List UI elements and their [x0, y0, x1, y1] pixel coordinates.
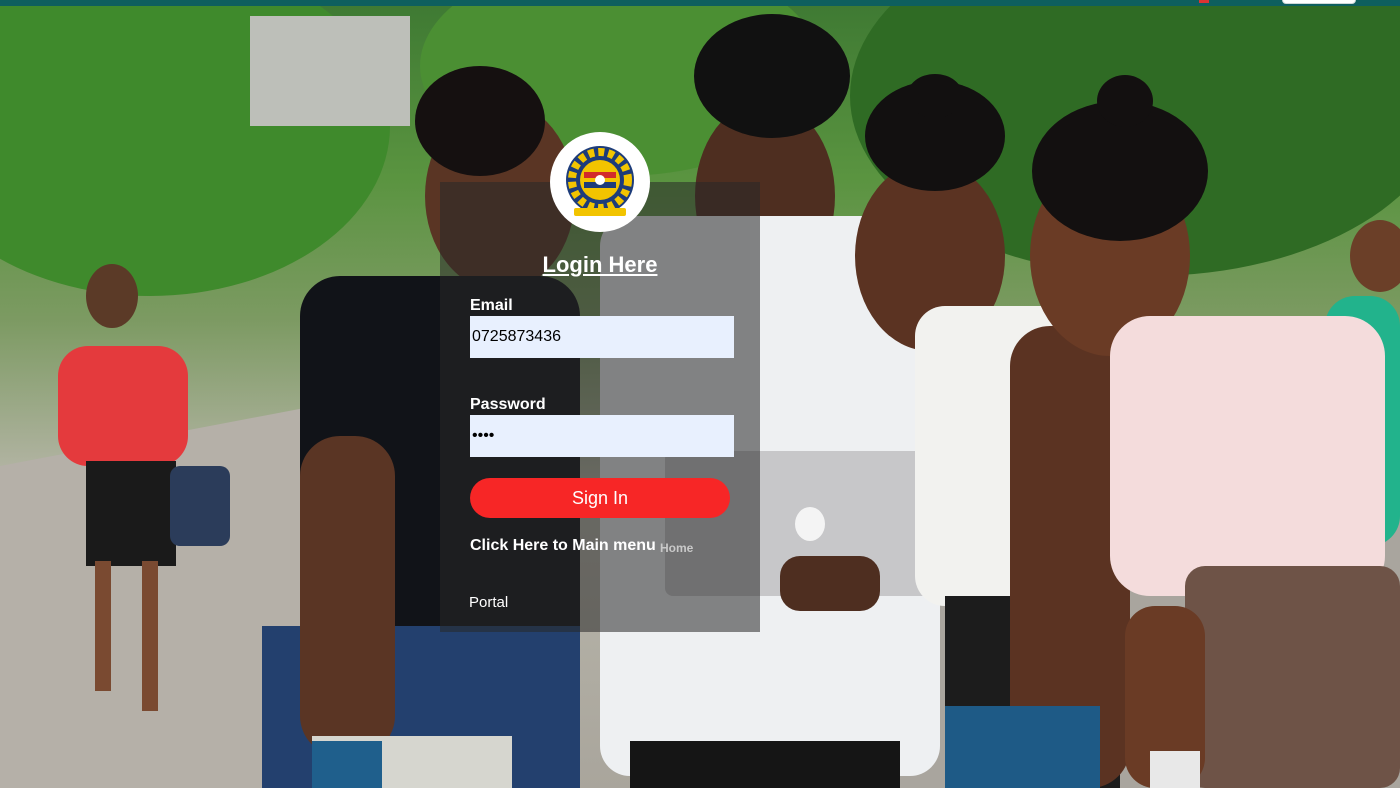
home-link[interactable]: Home: [660, 541, 693, 555]
top-bar-button[interactable]: [1282, 0, 1356, 4]
institution-logo: [550, 132, 650, 232]
main-menu-link[interactable]: Click Here to Main menu: [470, 537, 656, 555]
password-label: Password: [470, 396, 546, 413]
sign-in-button[interactable]: Sign In: [470, 478, 730, 518]
login-title: Login Here: [542, 252, 658, 277]
portal-text: Portal: [469, 594, 509, 611]
password-field[interactable]: ••••: [470, 415, 734, 457]
email-field[interactable]: 0725873436: [470, 316, 734, 358]
gear-emblem-icon: [566, 146, 634, 216]
top-bar: [0, 0, 1400, 6]
email-label: Email: [470, 297, 513, 314]
top-bar-badge: [1199, 0, 1209, 3]
